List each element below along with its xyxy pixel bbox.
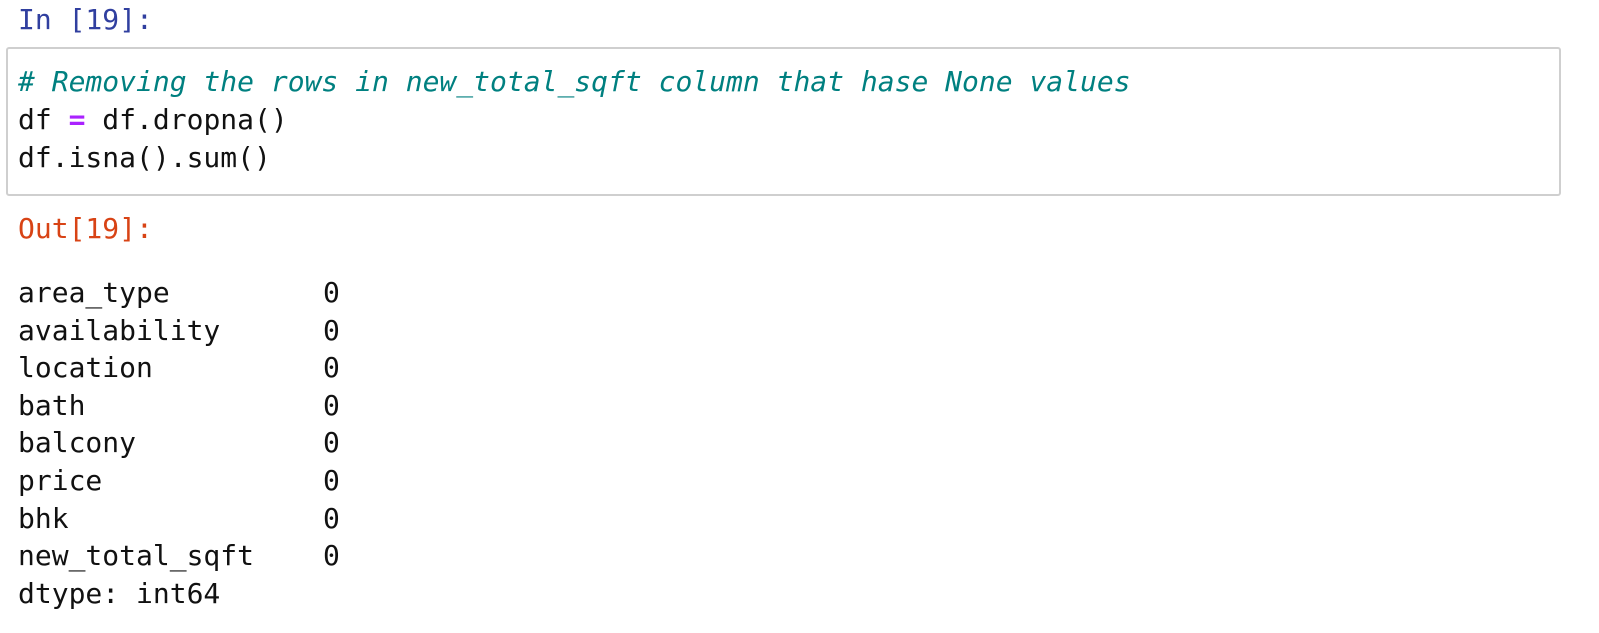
- output-row-name: bath: [18, 388, 86, 422]
- output-row: new_total_sqft 0: [18, 537, 340, 575]
- code-comment-line: # Removing the rows in new_total_sqft co…: [18, 65, 1131, 98]
- code-token-rhs: df.dropna(): [85, 103, 288, 136]
- output-row: availability 0: [18, 312, 340, 350]
- output-row-value: 0: [323, 276, 340, 309]
- output-row-name: new_total_sqft: [18, 539, 255, 573]
- output-dtype-line: dtype: int64: [18, 576, 221, 610]
- code-cell-editor[interactable]: # Removing the rows in new_total_sqft co…: [6, 47, 1561, 196]
- output-row-value: 0: [323, 313, 340, 347]
- output-row: balcony 0: [18, 424, 340, 462]
- output-row: bath 0: [18, 387, 340, 425]
- code-line-dropna: df = df.dropna(): [18, 101, 1131, 139]
- output-row-name: location: [18, 351, 153, 385]
- cell-output: area_type 0 availability 0 location 0 bath 0…: [18, 274, 340, 612]
- code-token-lhs: df: [18, 103, 69, 136]
- output-row-value: 0: [323, 539, 340, 573]
- output-row: area_type 0: [18, 274, 340, 312]
- output-row: price 0: [18, 462, 340, 500]
- output-row-value: 0: [323, 426, 340, 460]
- output-row-name: area_type: [18, 276, 170, 309]
- output-row: location 0: [18, 349, 340, 387]
- code-token-assign-operator: =: [68, 103, 86, 136]
- output-row: bhk 0: [18, 500, 340, 538]
- output-row-value: 0: [323, 463, 340, 497]
- code-lines: # Removing the rows in new_total_sqft co…: [18, 63, 1131, 177]
- output-row-name: availability: [18, 313, 221, 347]
- output-row-value: 0: [323, 501, 340, 535]
- output-row-value: 0: [323, 388, 340, 422]
- output-row-name: balcony: [18, 426, 137, 460]
- input-prompt: In [19]:: [18, 3, 153, 36]
- output-row-name: price: [18, 463, 103, 497]
- output-row-value: 0: [323, 351, 340, 385]
- output-row-name: bhk: [18, 501, 69, 535]
- code-line-isna-sum: df.isna().sum(): [18, 141, 271, 174]
- output-prompt: Out[19]:: [18, 212, 153, 245]
